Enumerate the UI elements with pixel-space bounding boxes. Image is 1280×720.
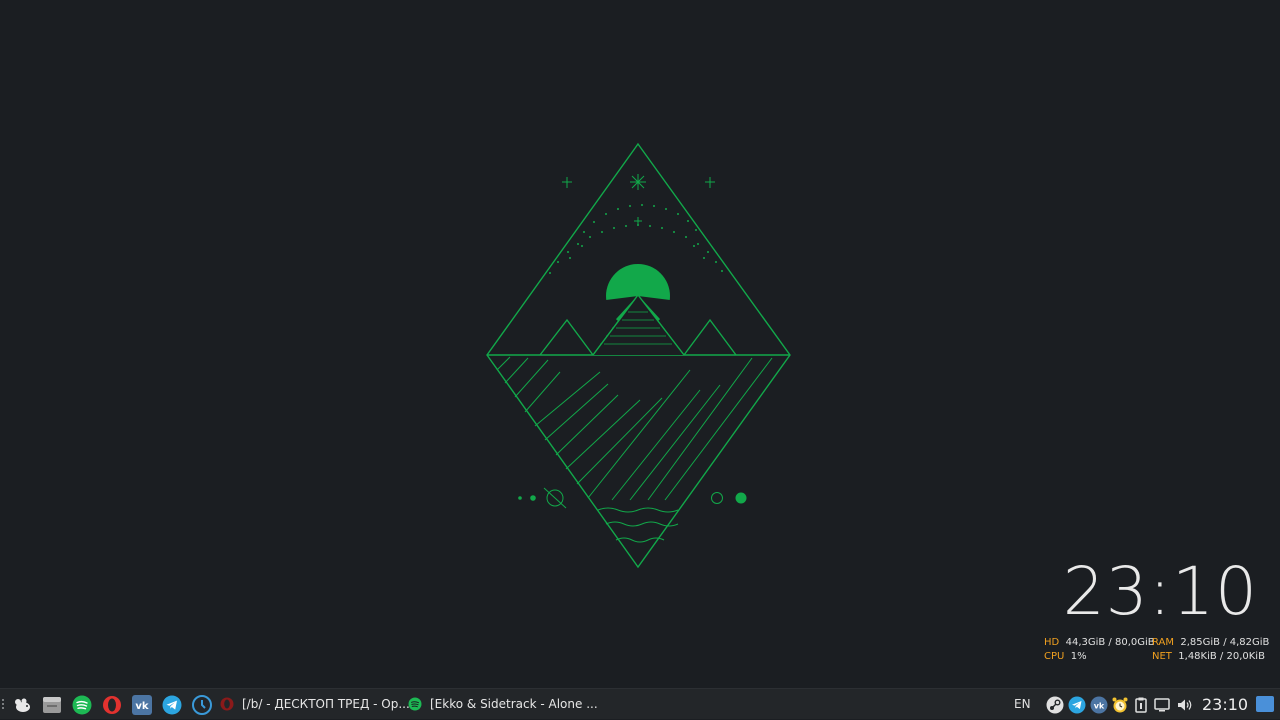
alarm-clock-icon[interactable] [1111, 696, 1129, 714]
ram-label: RAM [1152, 637, 1175, 648]
app-menu-icon[interactable] [12, 695, 32, 715]
panel-grip-handle[interactable] [2, 699, 6, 710]
clipboard-icon[interactable] [1132, 696, 1150, 714]
cpu-value: 1% [1070, 651, 1087, 662]
hd-label: HD [1044, 637, 1060, 648]
spotify-icon [408, 697, 422, 711]
net-value: 1,48KiB / 20,0KiB [1178, 651, 1265, 662]
task-label: [/b/ - ДЕСКТОП ТРЕД - Op... [242, 697, 410, 711]
task-spotify-window[interactable]: [Ekko & Sidetrack - Alone ... [408, 689, 598, 720]
net-label: NET [1152, 651, 1172, 662]
volume-icon[interactable] [1176, 696, 1194, 714]
task-label: [Ekko & Sidetrack - Alone ... [430, 697, 598, 711]
vk-icon[interactable]: vk [132, 695, 152, 715]
file-manager-icon[interactable] [42, 695, 62, 715]
cpu-label: CPU [1044, 651, 1065, 662]
telegram-icon[interactable] [162, 695, 182, 715]
taskbar: vk [/b/ - ДЕСКТОП ТРЕД - Op... [Ekko & S… [0, 688, 1280, 719]
system-monitor-widget: HD 44,3GiB / 80,0GiB RAM 2,85GiB / 4,82G… [1044, 636, 1274, 664]
hd-value: 44,3GiB / 80,0GiB [1065, 637, 1155, 648]
desktop: 23:10 HD 44,3GiB / 80,0GiB RAM 2,85GiB /… [0, 0, 1280, 688]
opera-icon[interactable] [102, 695, 122, 715]
show-desktop-button[interactable] [1256, 696, 1274, 712]
display-icon[interactable] [1153, 696, 1171, 714]
spotify-icon[interactable] [72, 695, 92, 715]
keyboard-layout-indicator[interactable]: EN [1014, 689, 1031, 720]
opera-icon [220, 697, 234, 711]
desktop-clock: 23:10 [1062, 553, 1258, 630]
task-opera-window[interactable]: [/b/ - ДЕСКТОП ТРЕД - Op... [220, 689, 410, 720]
wallpaper-emblem [486, 142, 791, 569]
svg-text:vk: vk [1094, 702, 1105, 711]
svg-text:vk: vk [135, 701, 149, 712]
taskbar-clock[interactable]: 23:10 [1202, 689, 1248, 720]
steam-icon[interactable] [1046, 696, 1064, 714]
vk-icon[interactable]: vk [1090, 696, 1108, 714]
telegram-icon[interactable] [1068, 696, 1086, 714]
ram-value: 2,85GiB / 4,82GiB [1180, 637, 1270, 648]
timeshift-icon[interactable] [192, 695, 212, 715]
